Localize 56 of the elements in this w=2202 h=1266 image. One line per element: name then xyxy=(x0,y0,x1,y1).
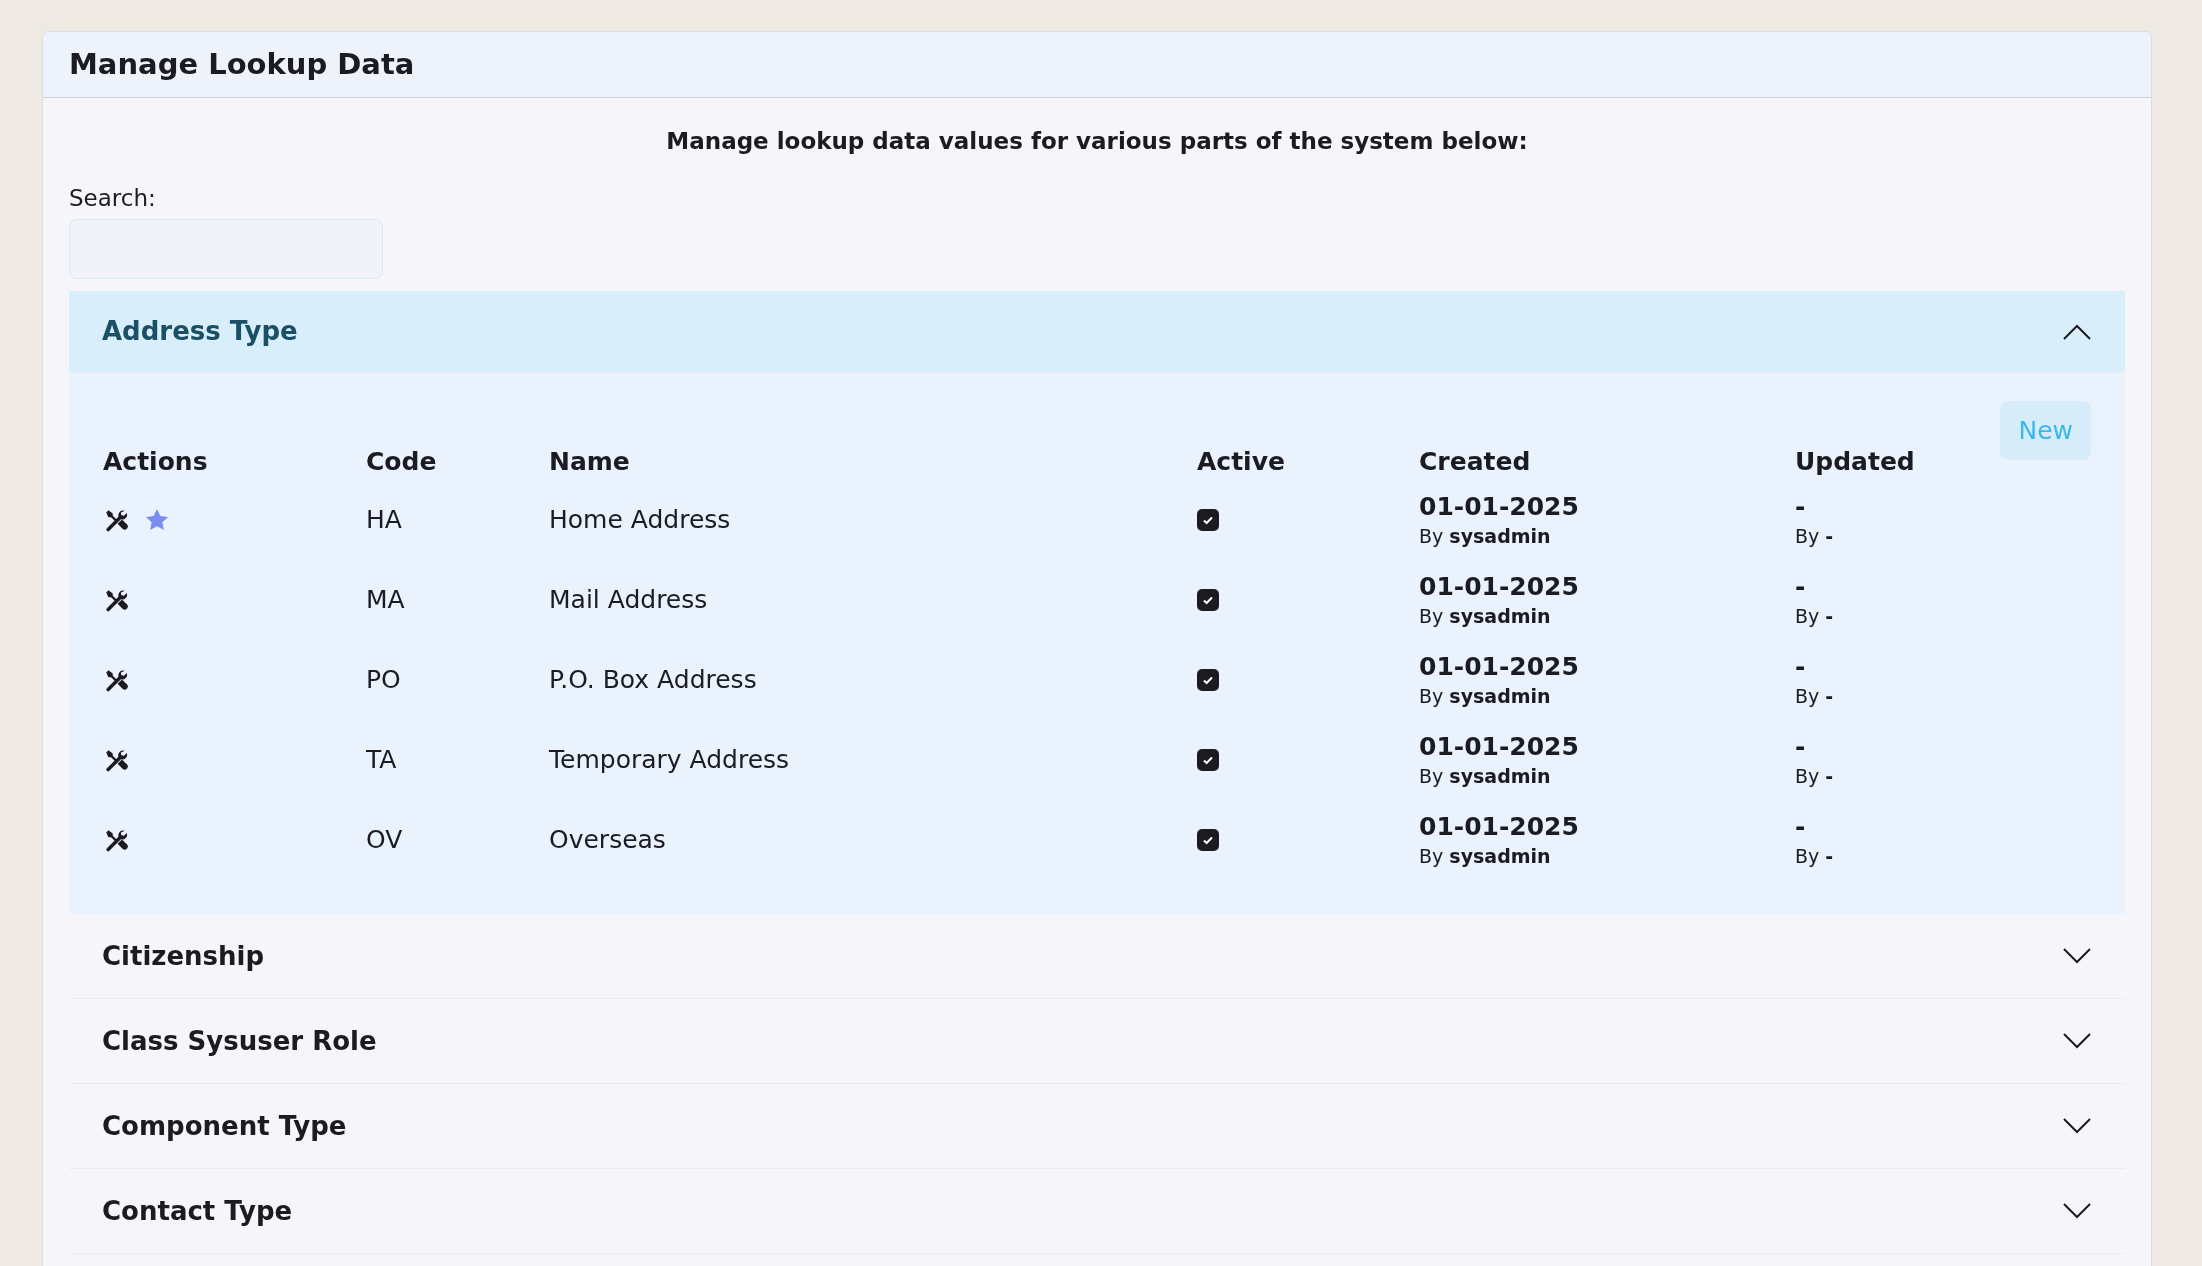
created-by: By sysadmin xyxy=(1419,524,1551,549)
name-cell: Mail Address xyxy=(549,585,708,615)
created-date: 01-01-2025 xyxy=(1419,811,1579,843)
chevron-down-icon xyxy=(2062,1117,2092,1135)
name-cell: P.O. Box Address xyxy=(549,665,757,695)
checkbox[interactable] xyxy=(1197,509,1219,531)
tools-icon[interactable] xyxy=(103,507,129,533)
created-date: 01-01-2025 xyxy=(1419,651,1579,683)
updated-by: By - xyxy=(1795,764,1834,789)
column-header: Active xyxy=(1197,446,1285,476)
created-by: By sysadmin xyxy=(1419,604,1551,629)
created-by: By sysadmin xyxy=(1419,684,1551,709)
search-field[interactable] xyxy=(69,219,383,279)
code-cell: PO xyxy=(366,665,401,695)
name-cell: Home Address xyxy=(549,505,731,535)
updated-by: By - xyxy=(1795,684,1834,709)
code-cell: MA xyxy=(366,585,405,615)
updated-date: - xyxy=(1795,811,1806,843)
updated-date: - xyxy=(1795,571,1806,603)
tools-icon[interactable] xyxy=(103,827,129,853)
created-by: By sysadmin xyxy=(1419,764,1551,789)
column-header: Actions xyxy=(103,446,208,476)
intro-text: Manage lookup data values for various parts of the system below: xyxy=(666,127,1528,156)
name-cell: Temporary Address xyxy=(549,745,790,775)
checkbox[interactable] xyxy=(1197,669,1219,691)
checkbox[interactable] xyxy=(1197,749,1219,771)
updated-date: - xyxy=(1795,491,1806,523)
code-cell: TA xyxy=(366,745,397,775)
search-label: Search: xyxy=(69,184,156,211)
tools-icon[interactable] xyxy=(103,747,129,773)
checkbox[interactable] xyxy=(1197,829,1219,851)
chevron-down-icon xyxy=(2062,1032,2092,1050)
code-cell: OV xyxy=(366,825,403,855)
chevron-up-icon xyxy=(2062,322,2092,341)
updated-by: By - xyxy=(1795,524,1834,549)
updated-date: - xyxy=(1795,731,1806,763)
column-header: Created xyxy=(1419,446,1531,476)
updated-date: - xyxy=(1795,651,1806,683)
updated-by: By - xyxy=(1795,844,1834,869)
chevron-down-icon xyxy=(2062,947,2092,965)
code-cell: HA xyxy=(366,505,402,535)
created-date: 01-01-2025 xyxy=(1419,731,1579,763)
name-cell: Overseas xyxy=(549,825,666,855)
column-header: Updated xyxy=(1795,446,1915,476)
updated-by: By - xyxy=(1795,604,1834,629)
column-header: Name xyxy=(549,446,630,476)
column-header: Code xyxy=(366,446,437,476)
checkbox[interactable] xyxy=(1197,589,1219,611)
accordion-header[interactable]: Address Type xyxy=(69,291,2125,373)
chevron-down-icon xyxy=(2062,1202,2092,1220)
card-title: Manage Lookup Data xyxy=(69,45,415,83)
tools-icon[interactable] xyxy=(103,587,129,613)
created-by: By sysadmin xyxy=(1419,844,1551,869)
created-date: 01-01-2025 xyxy=(1419,491,1579,523)
created-date: 01-01-2025 xyxy=(1419,571,1579,603)
tools-icon[interactable] xyxy=(103,667,129,693)
